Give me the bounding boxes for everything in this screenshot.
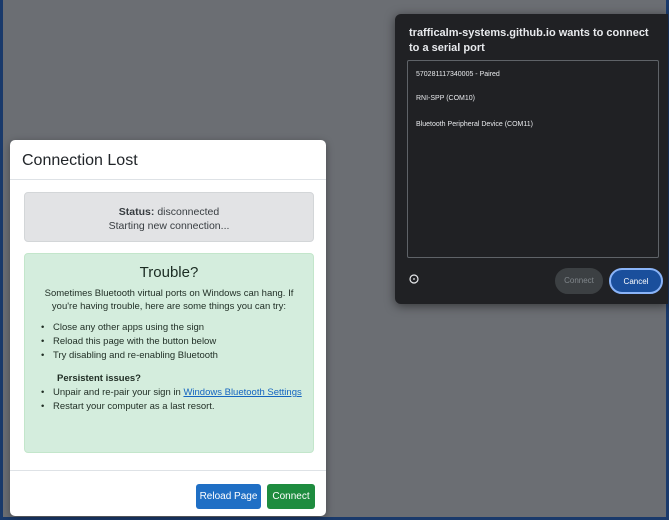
reload-page-button[interactable]: Reload Page bbox=[196, 484, 261, 509]
chooser-title: trafficalm-systems.github.io wants to co… bbox=[409, 27, 649, 54]
trouble-alert: Trouble? Sometimes Bluetooth virtual por… bbox=[24, 253, 314, 453]
tip-item: Reload this page with the button below bbox=[41, 335, 303, 349]
device-list: 570281117340005 - Paired RNI-SPP (COM10)… bbox=[407, 60, 659, 258]
device-item[interactable]: 570281117340005 - Paired bbox=[416, 71, 500, 78]
persistent-issues-title: Persistent issues? bbox=[57, 373, 141, 384]
tip-item: Try disabling and re-enabling Bluetooth bbox=[41, 349, 303, 363]
connect-button[interactable]: Connect bbox=[267, 484, 315, 509]
status-value: disconnected bbox=[157, 206, 220, 218]
tips-list: Close any other apps using the sign Relo… bbox=[35, 321, 303, 363]
modal-title: Connection Lost bbox=[22, 152, 138, 169]
connection-lost-modal: Connection Lost Status: disconnected Sta… bbox=[10, 140, 326, 516]
modal-footer: Reload Page Connect bbox=[10, 470, 326, 516]
persistent-tip-item: Unpair and re-pair your sign in Windows … bbox=[41, 386, 303, 400]
persistent-tips-list: Unpair and re-pair your sign in Windows … bbox=[35, 386, 303, 414]
persistent-tip-item: Restart your computer as a last resort. bbox=[41, 400, 303, 414]
modal-header: Connection Lost bbox=[10, 140, 326, 180]
serial-port-chooser: trafficalm-systems.github.io wants to co… bbox=[395, 14, 668, 304]
tip-item: Close any other apps using the sign bbox=[41, 321, 303, 335]
trouble-title: Trouble? bbox=[139, 264, 199, 281]
persistent-tip-text: Unpair and re-pair your sign in bbox=[53, 387, 184, 398]
device-item[interactable]: RNI-SPP (COM10) bbox=[416, 95, 475, 102]
status-label: Status: bbox=[118, 206, 155, 218]
trouble-intro: Sometimes Bluetooth virtual ports on Win… bbox=[44, 288, 294, 312]
device-item[interactable]: Bluetooth Peripheral Device (COM11) bbox=[416, 121, 533, 128]
status-detail: Starting new connection... bbox=[108, 220, 230, 232]
chooser-cancel-button[interactable]: Cancel bbox=[609, 268, 663, 294]
bluetooth-settings-link[interactable]: Windows Bluetooth Settings bbox=[183, 387, 301, 398]
help-icon[interactable] bbox=[409, 274, 419, 284]
chooser-connect-button[interactable]: Connect bbox=[555, 268, 603, 294]
status-alert: Status: disconnected Starting new connec… bbox=[24, 192, 314, 242]
